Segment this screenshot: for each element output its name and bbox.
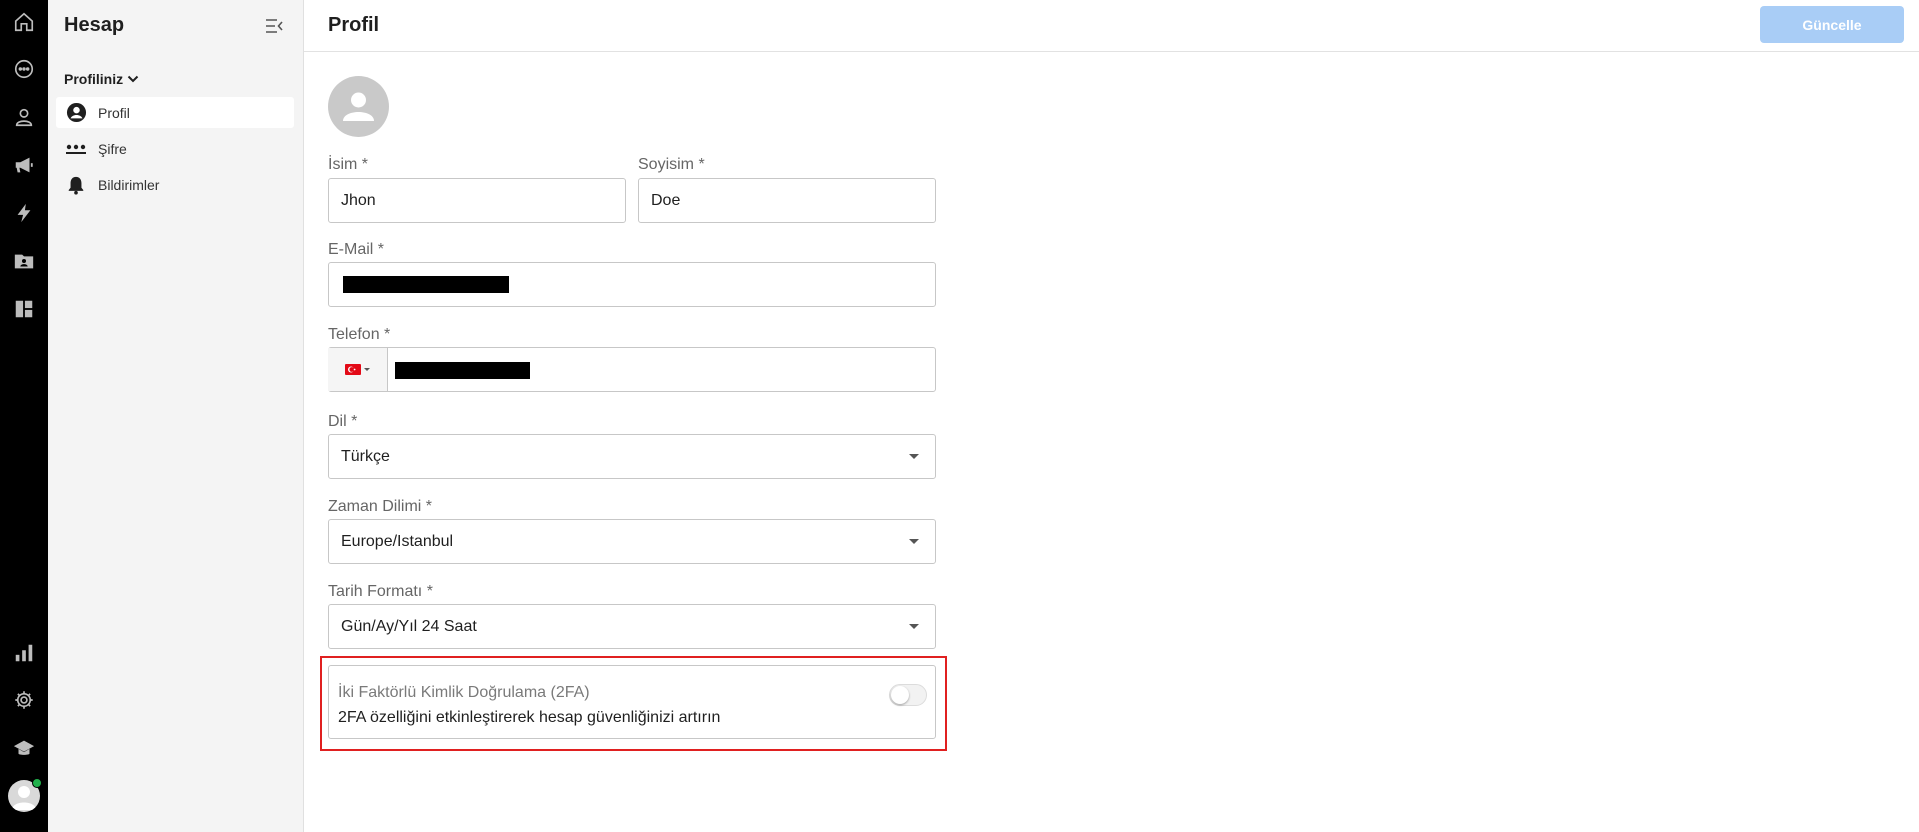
email-label: E-Mail * — [328, 241, 385, 258]
sidebar-item-bildirimler[interactable]: Bildirimler — [56, 169, 294, 200]
chat-icon[interactable] — [12, 57, 36, 81]
dashboard-icon[interactable] — [12, 297, 36, 321]
last-name-label: Soyisim * — [638, 156, 705, 173]
timezone-label: Zaman Dilimi * — [328, 498, 433, 515]
lightning-icon[interactable] — [12, 201, 36, 225]
section-label: Profiliniz — [64, 71, 124, 87]
timezone-select[interactable]: Europe/Istanbul — [328, 519, 936, 564]
first-name-input[interactable]: Jhon — [328, 178, 626, 223]
sidebar-title: Hesap — [64, 14, 125, 36]
account-sidebar: Hesap Profiliniz Profil Şifre Bildirimle… — [48, 0, 304, 832]
language-label: Dil * — [328, 413, 358, 430]
date-format-select[interactable]: Gün/Ay/Yıl 24 Saat — [328, 604, 936, 649]
timezone-value: Europe/Istanbul — [341, 532, 454, 550]
home-icon[interactable] — [12, 10, 36, 34]
chevron-down-icon — [364, 368, 370, 371]
graduation-cap-icon[interactable] — [12, 736, 36, 760]
language-select[interactable]: Türkçe — [328, 434, 936, 479]
last-name-input[interactable]: Doe — [638, 178, 936, 223]
update-button[interactable]: Güncelle — [1760, 6, 1904, 43]
toggle-knob — [891, 686, 909, 704]
sidebar-item-label: Şifre — [98, 140, 127, 157]
dropdown-arrow-icon — [909, 539, 919, 544]
sidebar-item-label: Profil — [98, 104, 130, 121]
phone-label: Telefon * — [328, 326, 391, 343]
dropdown-arrow-icon — [909, 624, 919, 629]
profile-avatar[interactable] — [328, 76, 389, 137]
contacts-icon[interactable] — [12, 105, 36, 129]
two-factor-toggle[interactable] — [889, 684, 927, 706]
sidebar-item-profil[interactable]: Profil — [56, 97, 294, 128]
redacted-email — [343, 276, 509, 293]
collapse-sidebar-icon[interactable] — [263, 15, 285, 37]
sidebar-item-label: Bildirimler — [98, 176, 160, 193]
language-value: Türkçe — [341, 447, 390, 465]
two-factor-title: İki Faktörlü Kimlik Doğrulama (2FA) — [338, 684, 590, 701]
password-dots-icon — [65, 138, 87, 160]
first-name-label: İsim * — [328, 156, 368, 173]
two-factor-description: 2FA özelliğini etkinleştirerek hesap güv… — [338, 709, 721, 726]
date-format-label: Tarih Formatı * — [328, 583, 433, 600]
last-name-value: Doe — [651, 191, 681, 209]
page-title: Profil — [328, 14, 380, 36]
icon-rail — [0, 0, 48, 832]
country-code-selector[interactable] — [328, 348, 388, 391]
sidebar-item-sifre[interactable]: Şifre — [56, 133, 294, 164]
user-circle-icon — [65, 102, 87, 124]
megaphone-icon[interactable] — [12, 153, 36, 177]
section-toggle-profile[interactable]: Profiliniz — [64, 71, 140, 87]
phone-input[interactable] — [328, 347, 936, 392]
online-status-indicator — [32, 778, 42, 788]
page-header: Profil Güncelle — [304, 0, 1919, 52]
email-input[interactable] — [328, 262, 936, 307]
dropdown-arrow-icon — [909, 454, 919, 459]
bell-icon — [65, 174, 87, 196]
first-name-value: Jhon — [341, 191, 376, 209]
gear-icon[interactable] — [12, 688, 36, 712]
folder-user-icon[interactable] — [12, 249, 36, 273]
bar-chart-icon[interactable] — [12, 641, 36, 665]
two-factor-card: İki Faktörlü Kimlik Doğrulama (2FA) 2FA … — [328, 665, 936, 739]
date-format-value: Gün/Ay/Yıl 24 Saat — [341, 617, 477, 635]
redacted-phone — [395, 362, 530, 379]
turkey-flag-icon — [345, 364, 361, 375]
chevron-down-icon — [127, 75, 139, 83]
